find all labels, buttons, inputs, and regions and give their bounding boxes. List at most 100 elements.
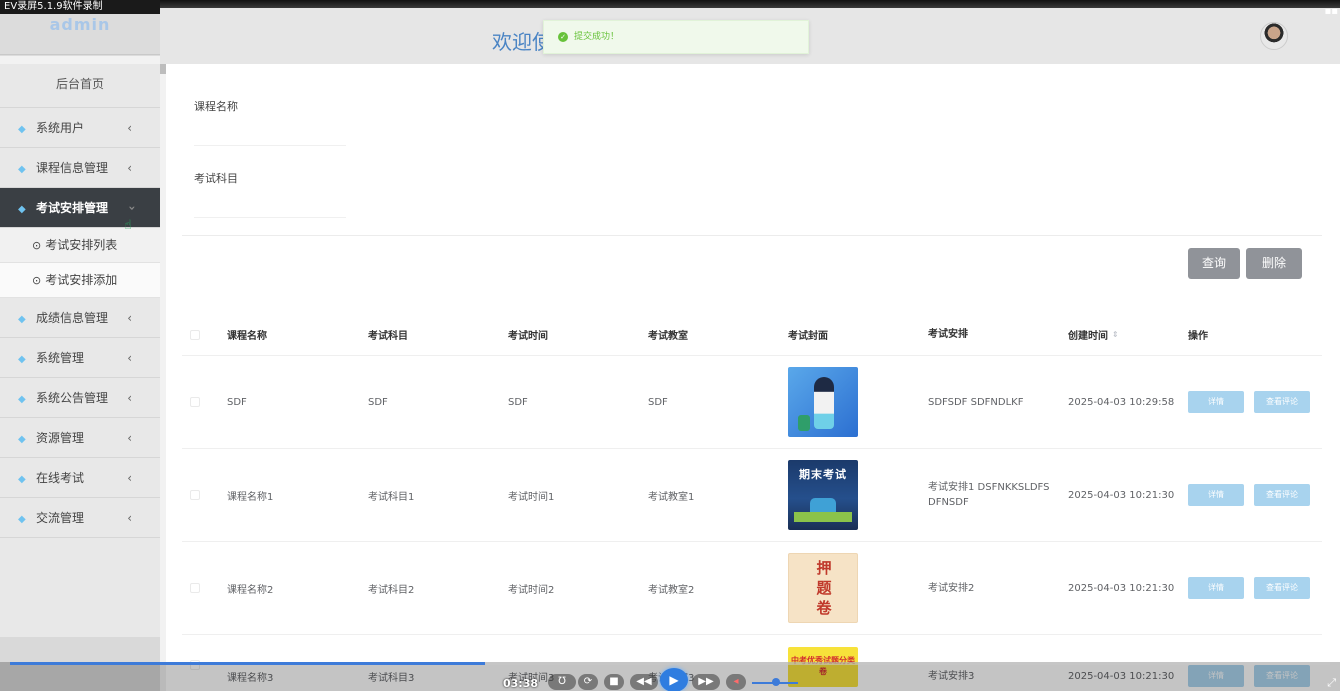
cell-plan: 考试安排1 DSFNKKSLDFS DFNSDF — [928, 482, 1050, 508]
cell-room: 考试教室1 — [648, 491, 695, 503]
course-name-input[interactable] — [194, 118, 346, 146]
search-form: 课程名称 考试科目 — [182, 76, 1322, 236]
exam-subject-label: 考试科目 — [194, 172, 238, 185]
cell-cover — [788, 356, 918, 448]
sidebar-item-exam-schedule[interactable]: ◆ 考试安排管理 ‹ ☝ — [0, 188, 160, 233]
success-check-icon: ✓ — [558, 31, 568, 42]
column-header-created[interactable]: 创建时间 ⇕ — [1068, 314, 1188, 355]
cover-image: 期末考试 — [788, 460, 858, 530]
sidebar-item-system-users[interactable]: ◆ 系统用户 ‹ — [0, 108, 160, 148]
recorder-player-bar: 03:38 ℧ ⟳ ■ ◀◀ ▶ ▶▶ ◂ ⤢ — [0, 662, 1340, 691]
detail-button[interactable]: 详情 — [1188, 391, 1244, 413]
cell-actions: 详情 查看评论 — [1188, 356, 1322, 448]
cell-course: SDF — [227, 396, 247, 408]
sidebar-item-course-info[interactable]: ◆ 课程信息管理 ‹ — [0, 148, 160, 188]
detail-button[interactable]: 详情 — [1188, 577, 1244, 599]
recorder-top-bar — [0, 0, 1340, 8]
row-checkbox[interactable] — [190, 356, 202, 448]
cover-image: 押题卷 — [788, 553, 858, 623]
cell-actions: 详情 查看评论 — [1188, 449, 1322, 541]
sort-icon[interactable]: ⇕ — [1112, 330, 1119, 339]
course-name-label: 课程名称 — [194, 100, 238, 113]
cell-course: 课程名称2 — [227, 584, 274, 596]
cover-text: 期末考试 — [799, 468, 847, 481]
sidebar-item-label: 系统管理 — [36, 351, 85, 365]
sidebar-item-home[interactable]: 后台首页 — [0, 64, 160, 108]
cell-cover: 期末考试 — [788, 449, 918, 541]
chevron-left-icon: ‹ — [127, 511, 132, 525]
cell-room: SDF — [648, 396, 668, 408]
success-toast: ✓ 提交成功！ — [543, 20, 809, 54]
sidebar-subitem-exam-add[interactable]: ⊙ 考试安排添加 — [0, 263, 160, 298]
fast-forward-icon[interactable]: ▶▶ — [692, 674, 720, 690]
gem-icon: ◆ — [18, 354, 26, 365]
column-header: 考试科目 — [368, 331, 408, 342]
volume-slider-handle[interactable] — [772, 678, 780, 686]
toast-message: 提交成功！ — [574, 32, 620, 42]
chevron-left-icon: ‹ — [127, 351, 132, 365]
sidebar-subitem-label: 考试安排列表 — [45, 238, 118, 252]
cover-text: 押题卷 — [816, 559, 832, 617]
chevron-left-icon: ‹ — [127, 471, 132, 485]
playback-progress[interactable] — [10, 662, 1330, 665]
row-checkbox[interactable] — [190, 542, 202, 634]
fullscreen-icon[interactable]: ⤢ — [1327, 676, 1336, 690]
cell-created: 2025-04-03 10:29:58 — [1068, 396, 1175, 408]
query-button[interactable]: 查询 — [1188, 248, 1240, 279]
chevron-left-icon: ‹ — [127, 391, 132, 405]
gem-icon: ◆ — [18, 124, 26, 135]
sidebar-subitem-exam-list[interactable]: ⊙ 考试安排列表 — [0, 228, 160, 263]
gem-icon: ◆ — [18, 204, 26, 215]
table-header: 课程名称 考试科目 考试时间 考试教室 考试封面 考试安排 创建时间 ⇕ 操作 — [182, 314, 1322, 356]
view-comments-button[interactable]: 查看评论 — [1254, 484, 1310, 506]
exam-table: 课程名称 考试科目 考试时间 考试教室 考试封面 考试安排 创建时间 ⇕ 操作 S… — [182, 314, 1322, 691]
recorder-corner-icon[interactable]: ▪▪ — [1324, 6, 1338, 17]
stop-icon[interactable]: ■ — [604, 674, 624, 690]
sidebar-item-resources[interactable]: ◆ 资源管理 ‹ — [0, 418, 160, 458]
row-checkbox[interactable] — [190, 449, 202, 541]
table-row: SDF SDF SDF SDF SDFSDF SDFNDLKF 2025-04-… — [182, 356, 1322, 449]
exam-subject-input[interactable] — [194, 190, 346, 218]
view-comments-button[interactable]: 查看评论 — [1254, 577, 1310, 599]
sidebar-item-label: 交流管理 — [36, 511, 85, 525]
refresh-icon[interactable]: ⟳ — [578, 674, 598, 690]
detail-button[interactable]: 详情 — [1188, 484, 1244, 506]
cell-actions: 详情 查看评论 — [1188, 542, 1322, 634]
main-panel: 课程名称 考试科目 查询 删除 课程名称 考试科目 考试时间 考试教室 考试封面… — [166, 64, 1340, 691]
chevron-left-icon: ‹ — [127, 431, 132, 445]
select-all-checkbox[interactable] — [190, 314, 202, 355]
check-circle-icon: ⊙ — [32, 239, 42, 252]
table-row: 课程名称2 考试科目2 考试时间2 考试教室2 押题卷 考试安排2 2025-0… — [182, 542, 1322, 635]
cell-created: 2025-04-03 10:21:30 — [1068, 489, 1175, 501]
sidebar-item-score-info[interactable]: ◆ 成绩信息管理 ‹ — [0, 298, 160, 338]
playback-progress-fill — [10, 662, 486, 665]
gem-icon: ◆ — [18, 514, 26, 525]
cover-image — [788, 367, 858, 437]
column-header: 考试安排 — [928, 329, 968, 340]
column-header: 课程名称 — [227, 331, 267, 342]
rewind-icon[interactable]: ◀◀ — [630, 674, 658, 690]
sidebar-item-communication[interactable]: ◆ 交流管理 ‹ — [0, 498, 160, 538]
view-comments-button[interactable]: 查看评论 — [1254, 391, 1310, 413]
speed-icon[interactable]: ℧ — [548, 674, 576, 690]
volume-icon[interactable]: ◂ — [726, 674, 746, 690]
sidebar-item-announcement[interactable]: ◆ 系统公告管理 ‹ — [0, 378, 160, 418]
sidebar-item-online-exam[interactable]: ◆ 在线考试 ‹ — [0, 458, 160, 498]
gem-icon: ◆ — [18, 434, 26, 445]
cell-cover: 押题卷 — [788, 542, 918, 634]
sidebar-item-label: 资源管理 — [36, 431, 85, 445]
gem-icon: ◆ — [18, 474, 26, 485]
delete-button[interactable]: 删除 — [1246, 248, 1302, 279]
cell-time: 考试时间2 — [508, 584, 555, 596]
user-avatar[interactable] — [1260, 22, 1288, 50]
column-header: 操作 — [1188, 331, 1208, 342]
sidebar-item-system-manage[interactable]: ◆ 系统管理 ‹ — [0, 338, 160, 378]
column-header-label: 创建时间 — [1068, 331, 1108, 342]
recorder-title: EV录屏5.1.9软件录制 — [0, 0, 160, 14]
chevron-left-icon: ‹ — [127, 121, 132, 135]
sidebar: 后台首页 ◆ 系统用户 ‹ ◆ 课程信息管理 ‹ ◆ 考试安排管理 ‹ ☝ ⊙ 考试安排列表 ⊙… — [0, 64, 160, 691]
cell-plan: 考试安排2 — [928, 582, 975, 594]
chevron-left-icon: ‹ — [127, 311, 132, 325]
column-header: 考试封面 — [788, 331, 828, 342]
play-icon[interactable]: ▶ — [660, 668, 688, 691]
